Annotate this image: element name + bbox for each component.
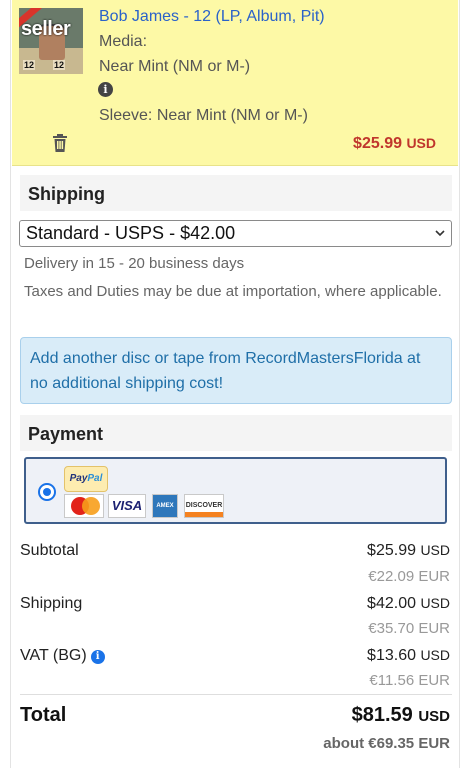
shipping-usd: $42.00 USD <box>367 595 450 613</box>
info-icon[interactable]: i <box>90 650 105 664</box>
payment-logos: PayPal VISA AMEX DISCOVER <box>62 464 226 520</box>
total-usd: $81.59 USD <box>352 704 450 727</box>
sleeve-condition: Sleeve: Near Mint (NM or M-) <box>99 107 308 124</box>
combined-shipping-notice: Add another disc or tape from RecordMast… <box>20 337 452 404</box>
discover-logo: DISCOVER <box>184 494 224 518</box>
vat-usd: $13.60 USD <box>367 647 450 665</box>
shipping-amount: $42.00 <box>367 595 416 612</box>
album-cover-thumbnail[interactable]: 12 12 seller <box>19 8 83 74</box>
currency-code: USD <box>420 647 450 663</box>
media-label: Media: <box>99 33 148 50</box>
info-icon[interactable]: i <box>98 82 113 97</box>
payment-heading: Payment <box>20 415 452 451</box>
visa-logo: VISA <box>108 494 146 518</box>
item-price: $25.99 USD <box>353 135 436 153</box>
trash-icon[interactable] <box>52 134 68 152</box>
subtotal-amount: $25.99 <box>367 542 416 559</box>
vat-amount: $13.60 <box>367 647 416 664</box>
mastercard-logo <box>64 494 104 518</box>
radio-selected-icon[interactable] <box>38 483 56 501</box>
currency-code: USD <box>420 595 450 611</box>
vat-label: VAT (BG) i <box>20 647 105 665</box>
item-title-link[interactable]: Bob James - 12 (LP, Album, Pit) <box>99 8 325 26</box>
total-label: Total <box>20 704 67 726</box>
total-divider <box>20 694 452 695</box>
subtotal-usd: $25.99 USD <box>367 542 450 560</box>
currency-code: USD <box>420 542 450 558</box>
shipping-method-select[interactable]: Standard - USPS - $42.00 <box>19 220 452 247</box>
currency-code: USD <box>418 708 450 725</box>
subtotal-eur: €22.09 EUR <box>368 568 450 585</box>
cover-number: 12 <box>53 60 66 70</box>
shipping-label: Shipping <box>20 595 83 612</box>
shipping-eur: €35.70 EUR <box>368 620 450 637</box>
total-eur-approx: about €69.35 EUR <box>323 735 450 752</box>
item-price-currency: USD <box>406 135 436 151</box>
vat-eur: €11.56 EUR <box>369 672 450 689</box>
vat-label-text: VAT (BG) <box>20 647 87 664</box>
subtotal-label: Subtotal <box>20 542 79 559</box>
amex-logo: AMEX <box>152 494 178 518</box>
taxes-note: Taxes and Duties may be due at importati… <box>24 283 442 300</box>
cover-number: 12 <box>23 60 36 70</box>
delivery-estimate: Delivery in 15 - 20 business days <box>24 255 245 272</box>
shipping-selected-option: Standard - USPS - $42.00 <box>26 223 236 243</box>
total-amount: $81.59 <box>351 704 413 726</box>
shipping-heading: Shipping <box>20 175 452 211</box>
payment-option-paypal[interactable]: PayPal VISA AMEX DISCOVER <box>24 457 447 524</box>
chevron-down-icon <box>435 230 445 237</box>
item-price-amount: $25.99 <box>353 135 402 152</box>
cart-item: 12 12 seller Bob James - 12 (LP, Album, … <box>12 0 458 166</box>
seller-overlay-text: seller <box>21 18 71 40</box>
paypal-logo: PayPal <box>64 466 108 492</box>
media-condition: Near Mint (NM or M-) <box>99 58 251 75</box>
